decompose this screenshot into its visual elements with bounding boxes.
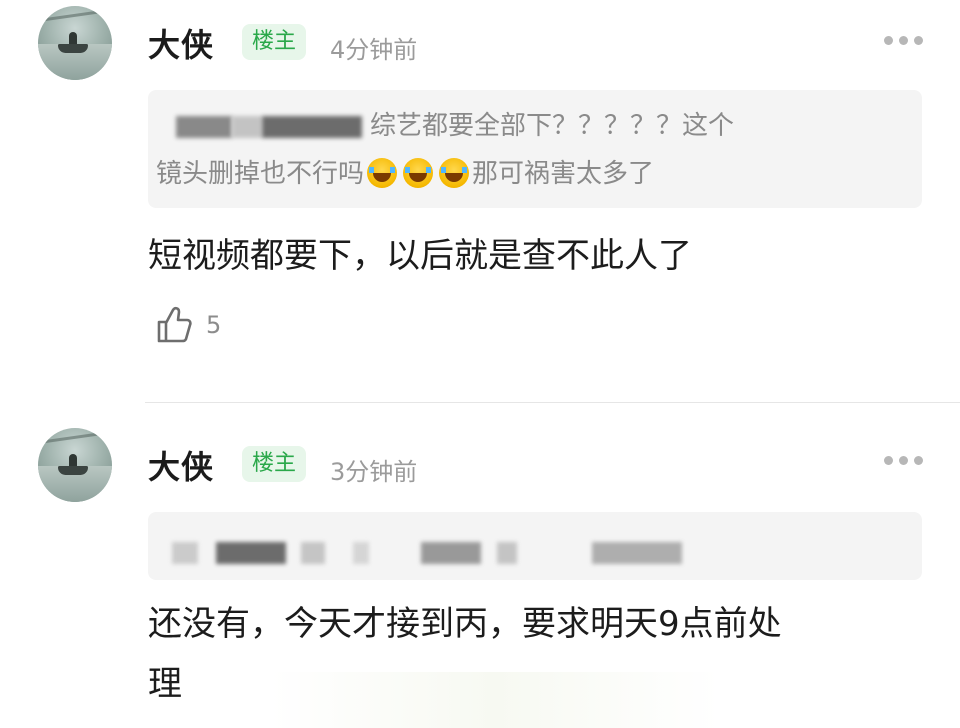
laughing-tears-emoji [439,158,470,188]
quoted-comment[interactable]: 综艺都要全部下？？？？？这个 镜头删掉也不行吗 那可祸害太多了 [148,90,922,208]
quote-line-1: 综艺都要全部下？？？？？这个 [176,100,734,152]
more-dots-icon[interactable] [884,456,923,465]
quote-line-2: 镜头删掉也不行吗 那可祸害太多了 [156,148,654,200]
avatar-boat-shape [58,44,88,53]
timestamp: 4分钟前 [330,36,418,64]
comment-thread: 大侠 楼主 4分钟前 综艺都要全部下？？？？？这个 镜头删掉也不行吗 那可祸害太多… [0,0,960,728]
avatar[interactable] [38,6,112,80]
blurred-text [591,541,682,564]
bottom-fade [270,672,720,728]
op-badge: 楼主 [242,446,307,482]
more-dots-icon[interactable] [884,36,923,45]
quoted-comment[interactable] [148,512,922,580]
comment-body-line1: 还没有，今天才接到丙，要求明天9点前处 [148,604,782,644]
quote-text-line2b: 那可祸害太多了 [472,159,655,189]
blurred-text [172,541,198,564]
avatar-boat-shape [58,466,88,475]
quote-text-line2a: 镜头删掉也不行吗 [156,159,365,189]
op-badge: 楼主 [242,24,307,60]
like-button[interactable]: 5 [156,306,221,344]
blurred-text [497,541,518,564]
timestamp: 3分钟前 [330,458,418,486]
blurred-username-part [262,115,362,138]
username[interactable]: 大侠 [148,20,214,66]
blurred-username [176,115,232,138]
blurred-text [216,541,287,564]
quote-text-line1: 综艺都要全部下？？？？？这个 [370,111,735,141]
laughing-tears-emoji [367,158,398,188]
blurred-username-part [232,115,262,138]
blurred-text [421,541,482,564]
like-count: 5 [206,311,222,339]
quote-blurred-content [172,526,682,578]
blurred-text [300,541,325,564]
username[interactable]: 大侠 [148,442,214,488]
thumbs-up-icon [157,306,192,343]
comment-body: 短视频都要下，以后就是查不此人了 [148,236,692,276]
avatar[interactable] [38,428,112,502]
laughing-tears-emoji [403,158,434,188]
blurred-text [352,541,369,564]
comment-divider [145,402,960,403]
